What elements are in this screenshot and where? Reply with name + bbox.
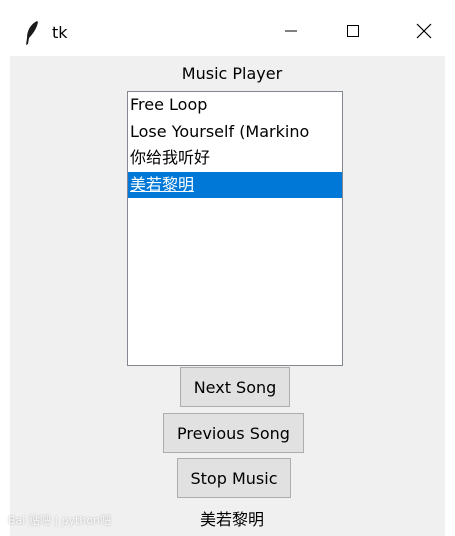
maximize-icon [347, 25, 359, 37]
minimize-icon [285, 30, 297, 32]
previous-song-button[interactable]: Previous Song [163, 413, 304, 453]
tk-feather-icon [26, 21, 38, 45]
title-bar[interactable]: tk [0, 0, 455, 56]
maximize-button[interactable] [330, 8, 376, 54]
song-listbox[interactable]: Free Loop Lose Yourself (Markino 你给我听好 美… [127, 91, 343, 366]
song-list-item[interactable]: Free Loop [128, 92, 342, 119]
stop-music-button[interactable]: Stop Music [177, 458, 291, 498]
app-heading: Music Player [181, 64, 283, 83]
song-list-item[interactable]: Lose Yourself (Markino [128, 119, 342, 146]
minimize-button[interactable] [268, 8, 314, 54]
watermark: Bai 贴吧 | python吧 [8, 514, 112, 527]
app-window: tk Music Player Free Loop Lose Yourself … [0, 0, 455, 536]
song-list-item-selected[interactable]: 美若黎明 [128, 171, 342, 198]
close-icon [416, 23, 432, 39]
window-title: tk [52, 23, 68, 42]
next-song-button[interactable]: Next Song [180, 367, 290, 407]
song-list-item[interactable]: 你给我听好 [128, 145, 342, 172]
close-button[interactable] [401, 8, 447, 54]
